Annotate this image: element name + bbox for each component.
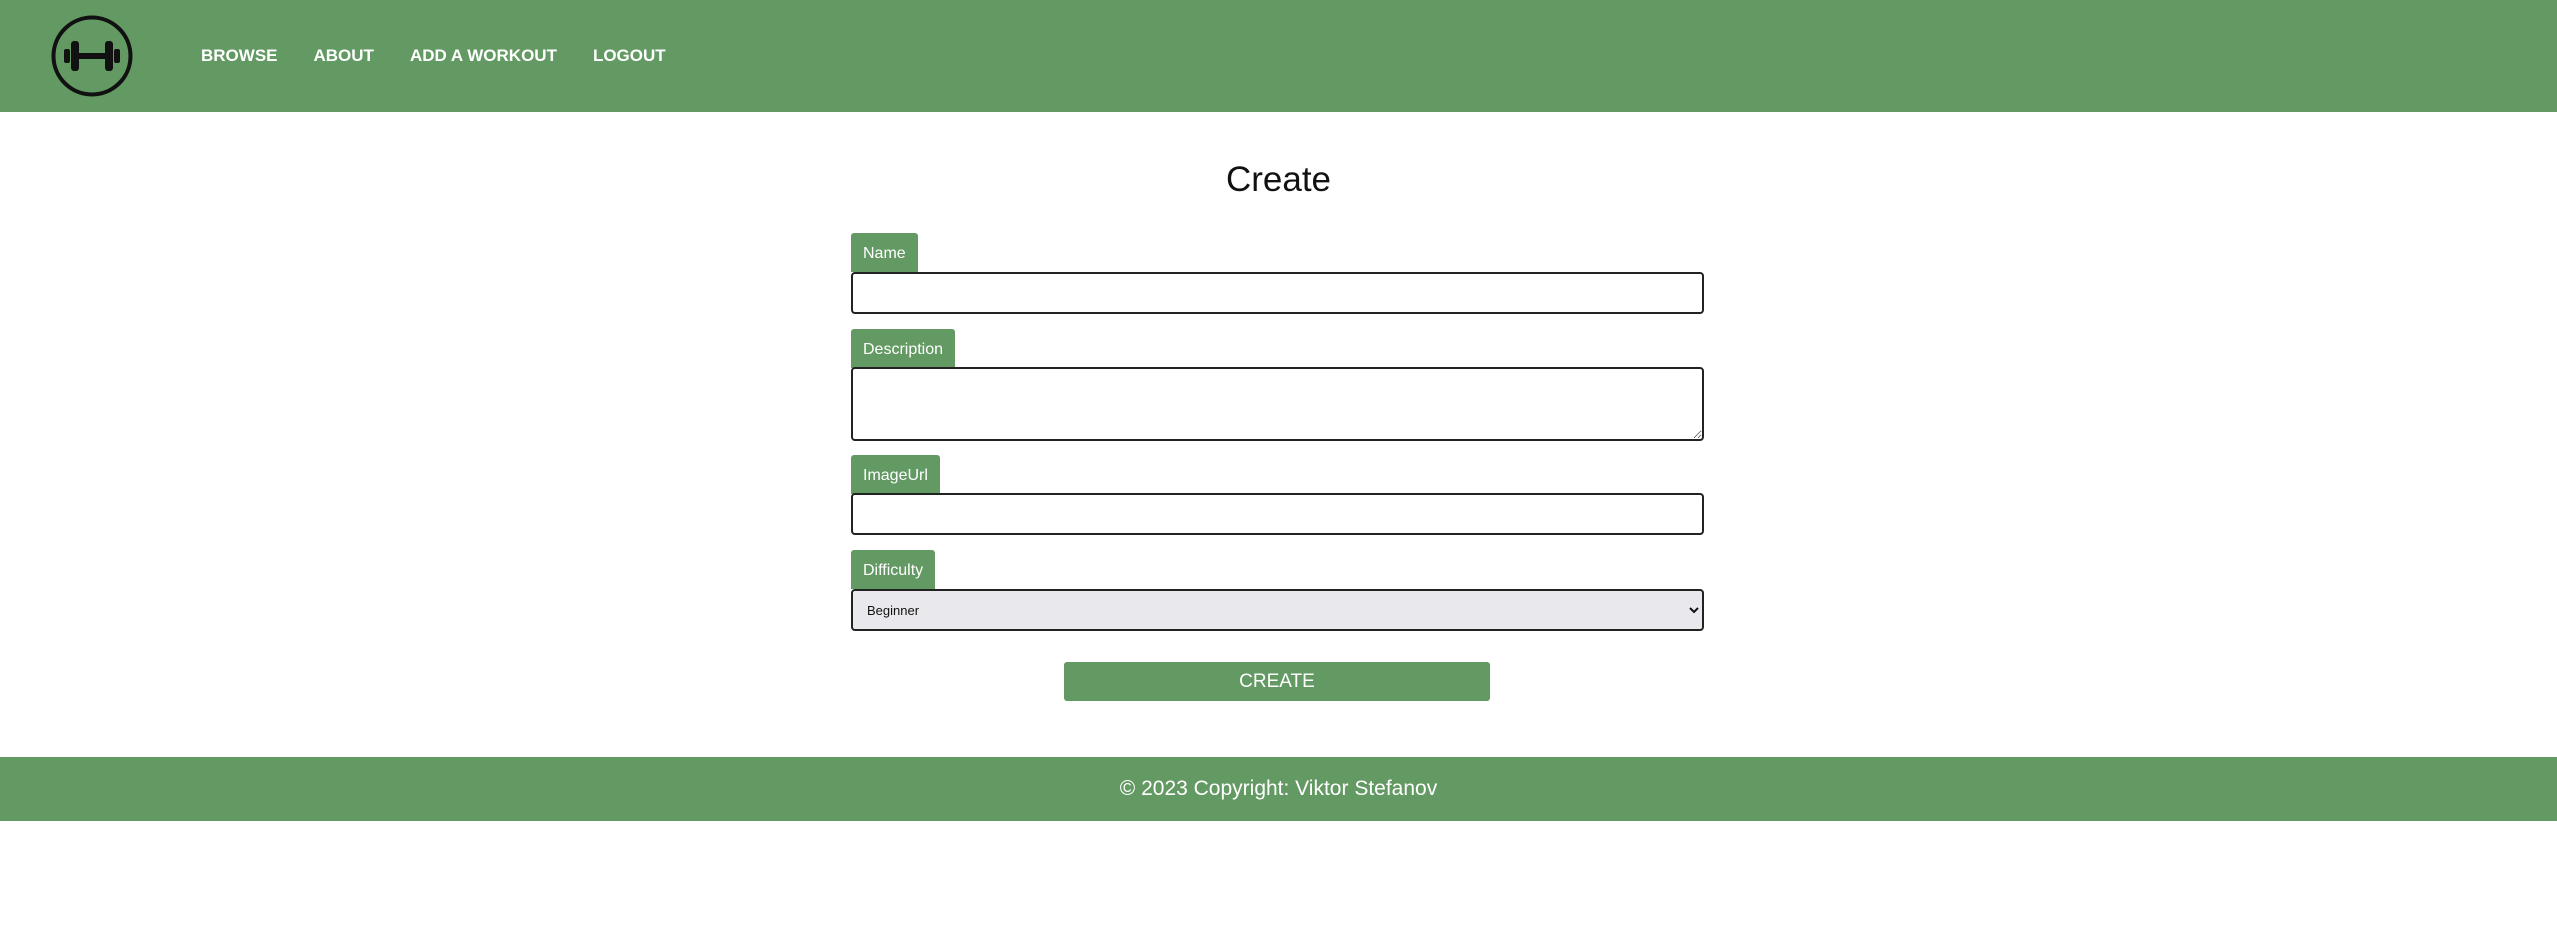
description-textarea[interactable] [851,367,1704,441]
name-label: Name [851,233,918,272]
difficulty-select[interactable]: Beginner [851,589,1704,631]
nav-about-link[interactable]: ABOUT [314,46,374,66]
image-url-input[interactable] [851,493,1704,535]
description-label: Description [851,329,956,368]
site-header: BROWSE ABOUT ADD A WORKOUT LOGOUT [0,0,2557,112]
difficulty-label: Difficulty [851,550,936,589]
site-footer: © 2023 Copyright: Viktor Stefanov [0,757,2557,821]
page-title: Create [1225,160,1332,199]
name-input[interactable] [851,272,1704,314]
main-nav: BROWSE ABOUT ADD A WORKOUT LOGOUT [201,0,702,112]
image-url-label: ImageUrl [851,455,940,494]
create-button[interactable]: CREATE [1064,662,1490,701]
copyright-text: © 2023 Copyright: Viktor Stefanov [1119,777,1438,800]
dumbbell-icon[interactable] [51,15,133,97]
nav-logout-link[interactable]: LOGOUT [593,46,666,66]
nav-browse-link[interactable]: BROWSE [201,46,278,66]
nav-add-workout-link[interactable]: ADD A WORKOUT [410,46,557,66]
